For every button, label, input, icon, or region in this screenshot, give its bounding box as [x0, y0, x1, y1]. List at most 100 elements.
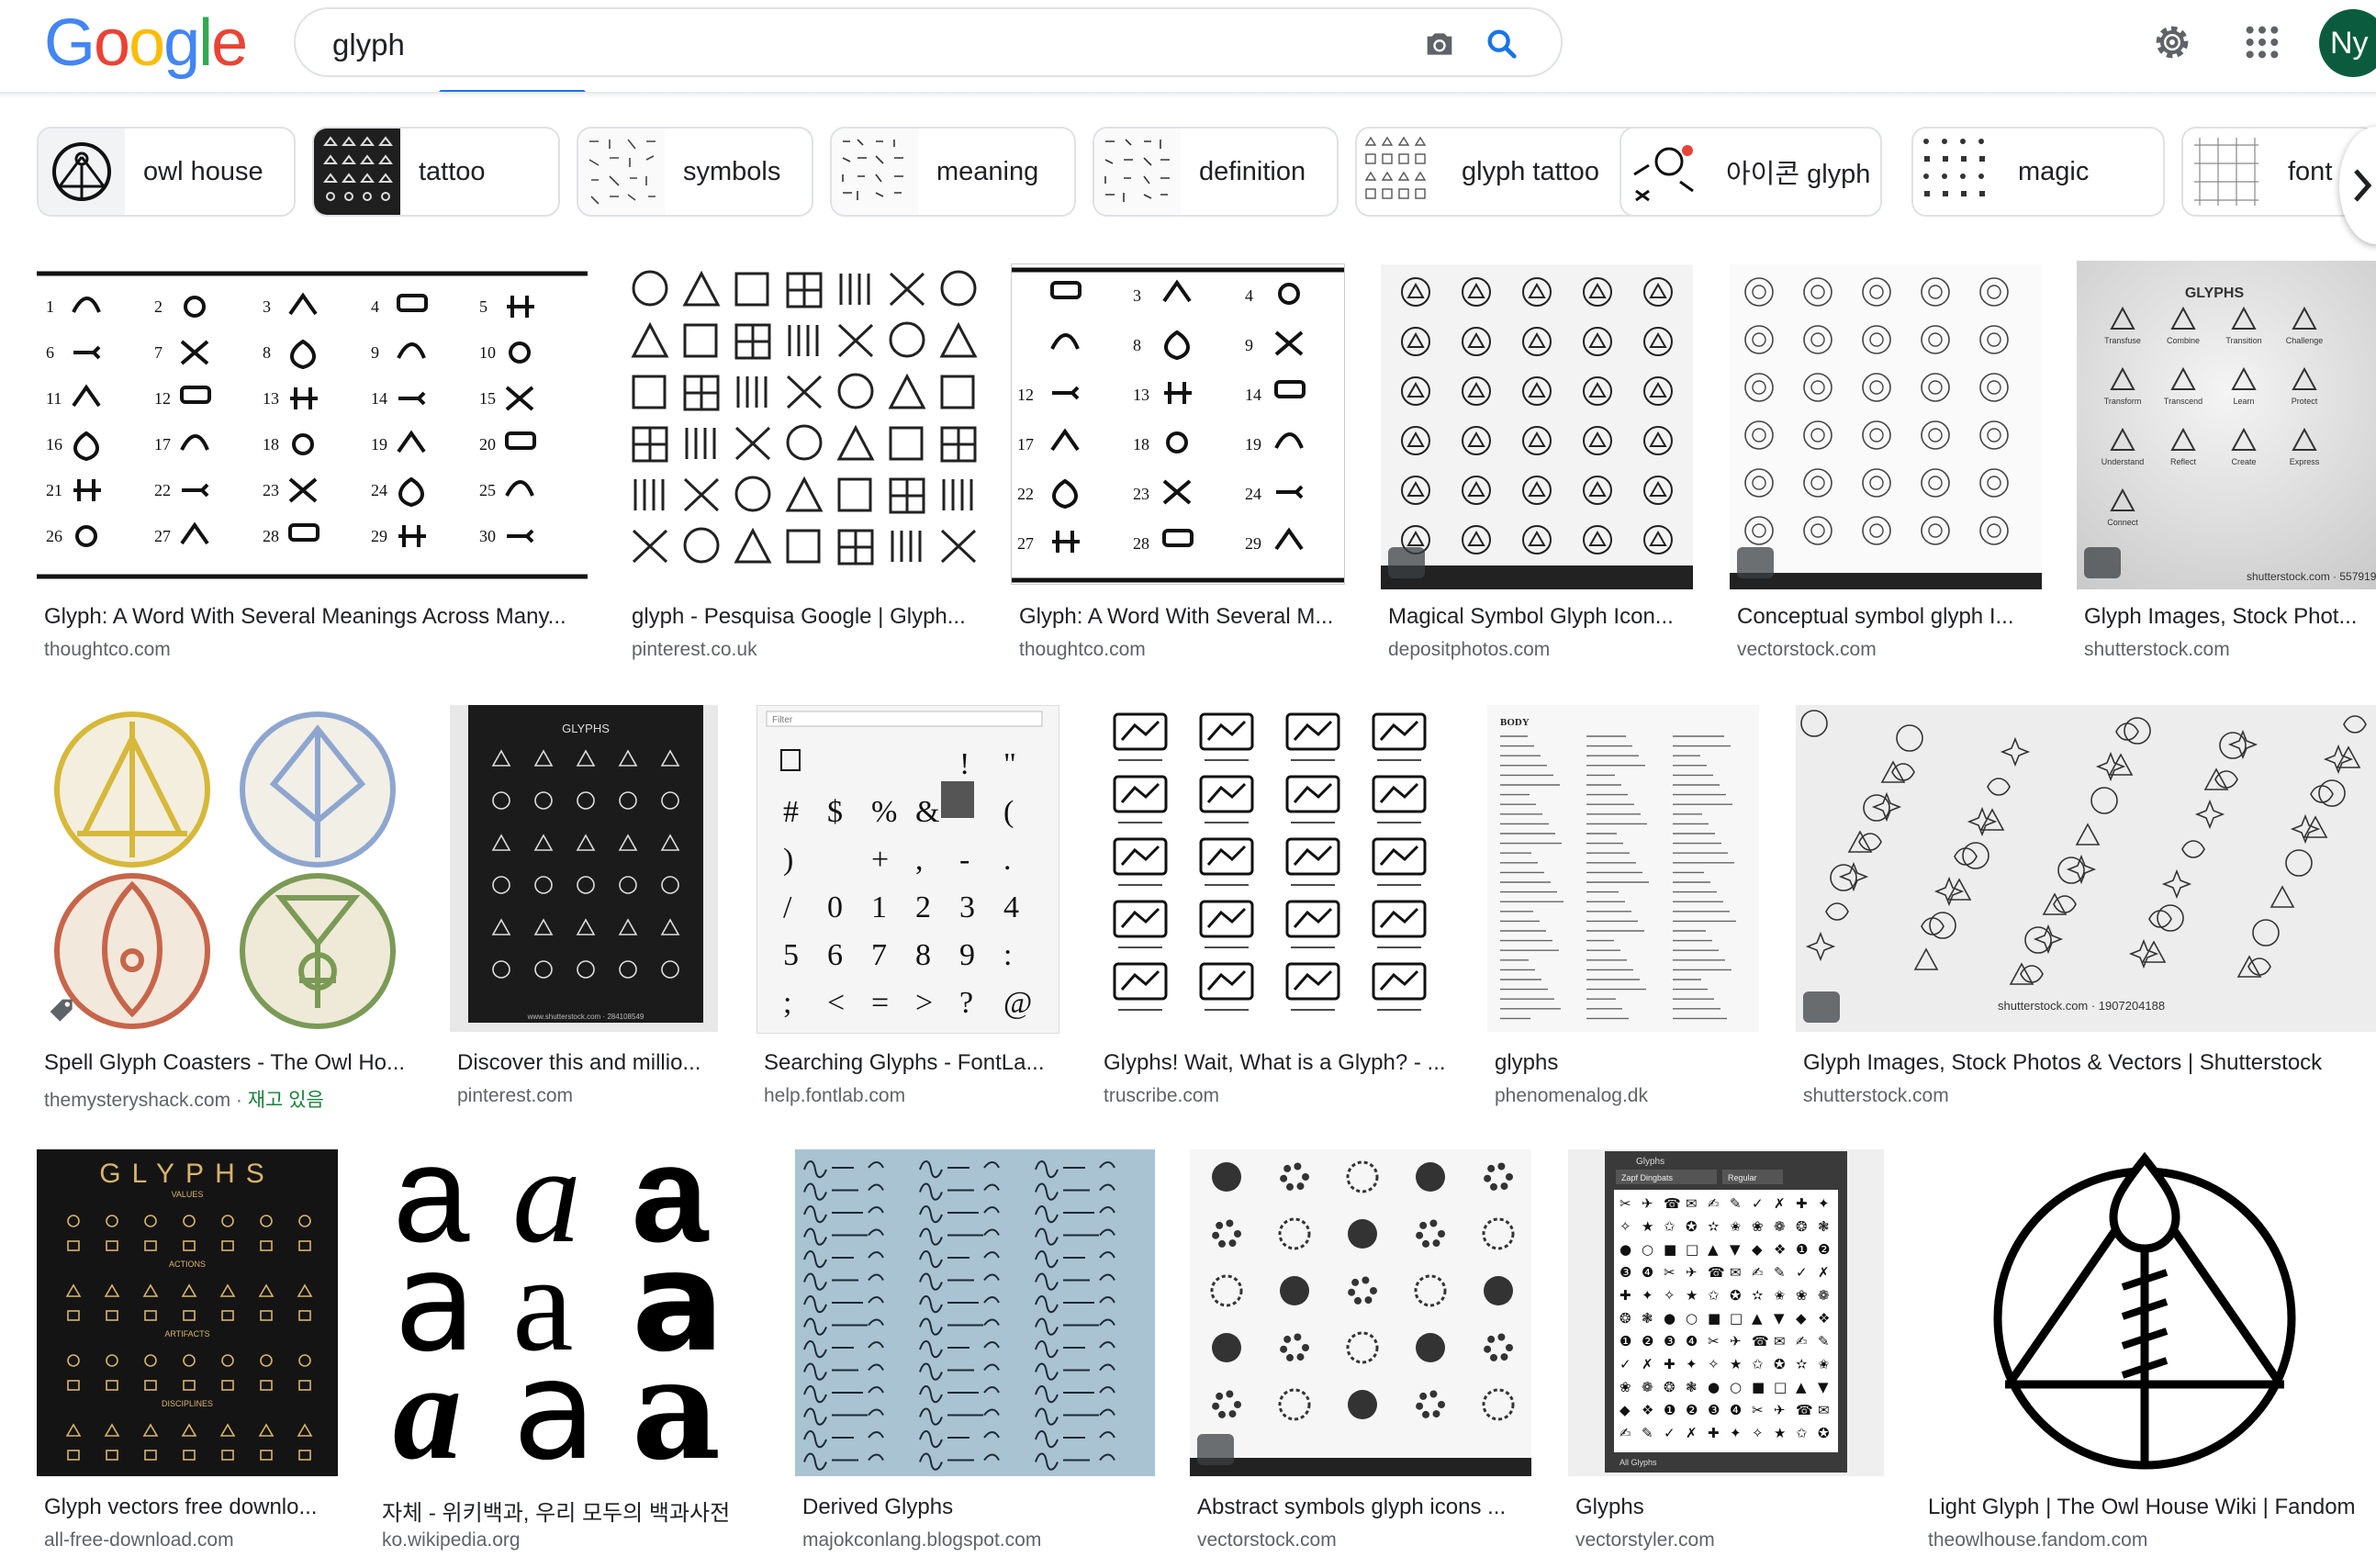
glyph-mark — [2170, 306, 2196, 330]
search-input[interactable]: glyph — [332, 28, 405, 62]
glyph-mark — [1987, 332, 2001, 347]
result-thumbnail[interactable]: a a a a a a a a a — [375, 1149, 758, 1476]
glyph-mark — [1401, 277, 1430, 307]
glyph-mark — [1379, 969, 1419, 991]
image-result[interactable]: Filter ! " # $% & () +, -. / 0 1 2 3 4 5 6 7 8 9:; < = >? @ Se… — [757, 705, 1059, 1113]
price-tag-icon — [50, 999, 73, 1022]
result-thumbnail[interactable]: GLYPHS www.shutterstock.com · 284108549 — [450, 705, 718, 1032]
glyph-mark — [106, 1354, 118, 1367]
result-title[interactable]: Glyph: A Word With Several M... — [1019, 604, 1340, 630]
result-title[interactable]: 자체 - 위키백과, 우리 모두의 백과사전 — [382, 1495, 758, 1527]
image-result[interactable]: a a a a a a a a a 자체 - 위키백과, 우리 모두의 백과사전… — [375, 1149, 758, 1568]
image-result[interactable]: Glyphs! Wait, What is a Glyph? - ... tru… — [1096, 705, 1452, 1113]
result-title[interactable]: Abstract symbols glyph icons ... — [1197, 1495, 1531, 1520]
image-result[interactable]: Glyphs Zapf Dingbats Regular ✂ ✈ ☎ ✉ ✍ ✎ ✓ ✗ ✚ ✦ ✧… — [1568, 1149, 1884, 1568]
search-icon[interactable] — [1484, 26, 1520, 62]
glyph-character: / — [783, 890, 792, 924]
chip-magic[interactable]: magic — [1911, 127, 2165, 217]
result-thumbnail[interactable]: GLYPHS Transfuse Combine Transition Challen… — [2077, 261, 2376, 589]
result-thumbnail[interactable] — [37, 705, 415, 1032]
result-thumbnail[interactable]: Filter ! " # $% & () +, -. / 0 1 2 3 4 5 6 7 8 9:; < = >? @ — [757, 705, 1059, 1034]
image-result[interactable]: BODY glyphs phenomenalog.dk — [1487, 705, 1759, 1113]
glyph-mark — [1199, 962, 1254, 1001]
header: Google glyph Ny — [0, 0, 2376, 92]
glyph-mark — [734, 527, 772, 564]
chip-tattoo[interactable]: tattoo — [312, 127, 560, 217]
glyph-character: ✓ — [1664, 1425, 1676, 1441]
image-result[interactable]: GLYPHS Transfuse Combine Transition Challen… — [2077, 261, 2376, 668]
glyph-mark — [1407, 331, 1425, 348]
result-title[interactable]: Magical Symbol Glyph Icon... — [1388, 604, 1691, 630]
result-thumbnail[interactable]: Glyphs Zapf Dingbats Regular ✂ ✈ ☎ ✉ ✍ ✎ ✓ ✗ ✚ ✦ ✧… — [1568, 1149, 1884, 1476]
result-thumbnail[interactable] — [1190, 1149, 1531, 1476]
avatar[interactable]: Ny — [2319, 9, 2376, 77]
result-title[interactable]: Glyph: A Word With Several Meanings Acro… — [44, 604, 588, 630]
result-title[interactable]: Spell Glyph Coasters - The Owl Ho... — [44, 1050, 415, 1076]
result-title[interactable]: Glyphs — [1575, 1495, 1884, 1520]
glyph-mark — [1862, 373, 1891, 402]
result-thumbnail[interactable] — [1381, 264, 1693, 589]
chip-symbols[interactable]: symbols — [577, 127, 813, 217]
result-thumbnail[interactable]: shutterstock.com · 1907204188 — [1796, 705, 2376, 1032]
result-title[interactable]: glyphs — [1495, 1050, 1757, 1076]
image-result[interactable]: shutterstock.com · 1907204188 Glyph Imag… — [1796, 705, 2376, 1113]
gear-icon[interactable] — [2150, 20, 2194, 64]
result-thumbnail[interactable]: 1 2 3 4 5 6 7 8 9 10 11 12 13 14 15 16 17 18 19 20 21 22 23 24 2… — [37, 264, 588, 584]
result-thumbnail[interactable]: GLYPHS VALUES ACTIONS ARTIFACTS DISCIPLINES — [37, 1149, 338, 1476]
image-result[interactable]: 3 4 8 9 12 13 14 17 18 19 22 23 24 27 28 29 Glyph: A Wo… — [1012, 264, 1344, 668]
glyph-character: ! — [959, 747, 969, 781]
glyph-mark — [631, 321, 669, 358]
glyph-number: 23 — [1133, 485, 1149, 503]
result-title[interactable]: Glyph Images, Stock Photos & Vectors | S… — [1803, 1050, 2376, 1076]
image-result[interactable]: glyph - Pesquisa Google | Glyph... pinte… — [624, 264, 984, 668]
glyph-mark — [2000, 736, 2031, 767]
result-domain: all-free-download.com — [44, 1529, 234, 1551]
image-result[interactable]: GLYPHS www.shutterstock.com · 284108549 … — [450, 705, 718, 1113]
chip-owl-house[interactable]: owl house — [37, 127, 296, 217]
chip-meaning[interactable]: meaning — [830, 127, 1076, 217]
result-thumbnail[interactable] — [1730, 264, 2042, 589]
result-title[interactable]: Glyph vectors free downlo... — [44, 1495, 338, 1520]
result-thumbnail[interactable]: BODY — [1487, 705, 1759, 1032]
glyph-mark — [1280, 1276, 1309, 1305]
result-domain: vectorstyler.com — [1575, 1529, 1715, 1551]
glyph-character: ✍ — [1708, 1195, 1720, 1212]
glyph-mark — [889, 321, 925, 358]
image-result[interactable]: 1 2 3 4 5 6 7 8 9 10 11 12 13 14 15 16 17 18 19 20 21 22 23 24 2… — [37, 264, 588, 668]
search-box[interactable]: glyph — [294, 7, 1563, 77]
image-result[interactable]: Light Glyph | The Owl House Wiki | Fando… — [1921, 1149, 2376, 1568]
result-title[interactable]: Glyphs! Wait, What is a Glyph? - ... — [1104, 1050, 1452, 1076]
glyph-mark — [104, 1283, 120, 1297]
chip-icon-glyph[interactable]: 아이콘 glyph — [1619, 127, 1882, 217]
result-thumbnail[interactable] — [1096, 705, 1452, 1032]
image-result[interactable]: Derived Glyphs majokconlang.blogspot.com — [795, 1149, 1155, 1568]
google-logo[interactable]: Google — [44, 6, 248, 81]
result-title[interactable]: Derived Glyphs — [802, 1495, 1155, 1520]
glyph-mark — [1869, 523, 1884, 538]
glyph-mark — [919, 1160, 1000, 1179]
glyph-mark — [1035, 1295, 1115, 1314]
chip-definition[interactable]: definition — [1093, 127, 1339, 217]
style-selector: Regular — [1728, 1173, 1757, 1182]
apps-grid-icon[interactable] — [2244, 24, 2281, 61]
camera-icon[interactable] — [1421, 26, 1458, 62]
result-thumbnail[interactable] — [624, 264, 984, 584]
result-title[interactable]: Light Glyph | The Owl House Wiki | Fando… — [1928, 1495, 2376, 1520]
result-thumbnail[interactable] — [1921, 1149, 2376, 1476]
glyph-mark — [221, 1380, 234, 1391]
image-result[interactable]: Abstract symbols glyph icons ... vectors… — [1190, 1149, 1531, 1568]
image-result[interactable]: GLYPHS VALUES ACTIONS ARTIFACTS DISCIPLINES… — [37, 1149, 338, 1568]
image-result[interactable]: Conceptual symbol glyph I... vectorstock… — [1730, 264, 2042, 668]
image-result[interactable]: Magical Symbol Glyph Icon... depositphot… — [1381, 264, 1693, 668]
result-title[interactable]: Conceptual symbol glyph I... — [1737, 604, 2040, 630]
result-thumbnail[interactable]: 3 4 8 9 12 13 14 17 18 19 22 23 24 27 28 29 — [1012, 264, 1344, 584]
result-title[interactable]: Glyph Images, Stock Phot... — [2084, 604, 2376, 630]
result-title[interactable]: Discover this and millio... — [457, 1050, 716, 1076]
result-thumbnail[interactable] — [795, 1149, 1155, 1476]
result-domain: pinterest.com — [457, 1085, 574, 1106]
result-domain: truscribe.com — [1104, 1085, 1220, 1106]
chip-glyph-tattoo[interactable]: glyph tattoo — [1355, 127, 1654, 217]
result-title[interactable]: Searching Glyphs - FontLa... — [764, 1050, 1058, 1076]
result-title[interactable]: glyph - Pesquisa Google | Glyph... — [632, 604, 981, 630]
image-result[interactable]: Spell Glyph Coasters - The Owl Ho... the… — [37, 705, 415, 1113]
